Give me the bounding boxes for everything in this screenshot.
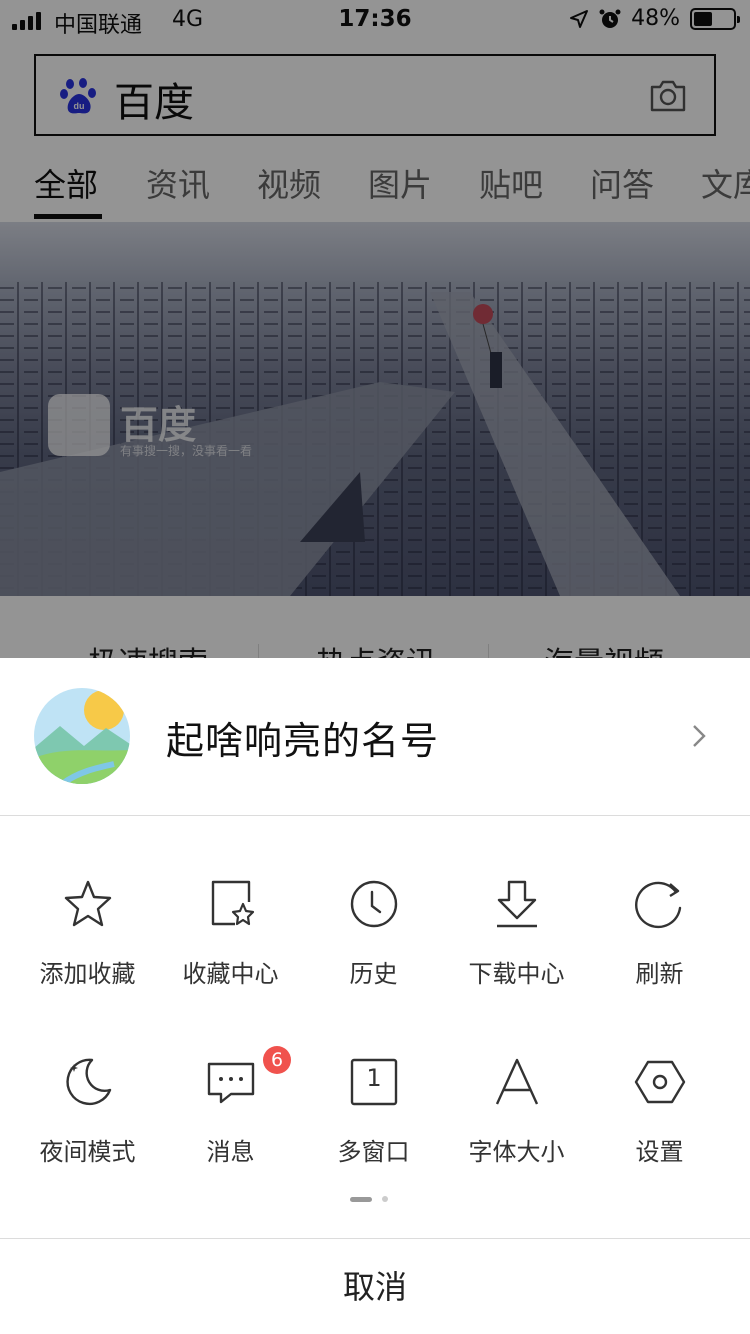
menu-label: 历史 (349, 960, 398, 988)
page-indicator (350, 1196, 388, 1202)
divider (0, 815, 750, 816)
menu-favorites-center[interactable]: 收藏中心 (159, 878, 302, 1008)
menu-label: 字体大小 (468, 1138, 565, 1166)
menu-history[interactable]: 历史 (302, 878, 445, 1008)
menu-label: 夜间模式 (39, 1138, 136, 1166)
star-icon (64, 880, 112, 927)
profile-row[interactable]: 起啥响亮的名号 (0, 658, 750, 816)
night-mode-moon-icon (66, 1058, 112, 1106)
avatar[interactable] (34, 688, 130, 784)
menu-night-mode[interactable]: 夜间模式 (16, 1056, 159, 1186)
menu-font-size[interactable]: 字体大小 (445, 1056, 588, 1186)
menu-download-center[interactable]: 下载中心 (445, 878, 588, 1008)
download-icon (497, 880, 537, 928)
menu-label: 多窗口 (337, 1138, 410, 1166)
menu-label: 刷新 (635, 960, 684, 988)
modal-backdrop[interactable] (0, 0, 750, 658)
page-dot[interactable] (382, 1196, 388, 1202)
refresh-icon (635, 881, 682, 929)
message-icon (207, 1062, 255, 1104)
menu-label: 添加收藏 (39, 960, 136, 988)
menu-settings[interactable]: 设置 (588, 1056, 731, 1186)
menu-refresh[interactable]: 刷新 (588, 878, 731, 1008)
profile-name: 起啥响亮的名号 (166, 719, 440, 763)
menu-add-favorite[interactable]: 添加收藏 (16, 878, 159, 1008)
settings-hexagon-icon (634, 1060, 686, 1104)
font-size-icon (495, 1058, 539, 1105)
menu-label: 下载中心 (468, 960, 565, 988)
chevron-right-icon (693, 725, 706, 747)
menu-multi-window[interactable]: 1 多窗口 (302, 1056, 445, 1186)
window-count: 1 (366, 1064, 382, 1092)
cancel-button[interactable]: 取消 (0, 1240, 750, 1334)
message-count-badge: 6 (263, 1046, 291, 1074)
divider (0, 1238, 750, 1239)
favorites-center-icon (211, 880, 255, 926)
menu-label: 收藏中心 (182, 960, 279, 988)
menu-label: 消息 (206, 1138, 255, 1166)
history-clock-icon (350, 880, 398, 928)
page-dot-active (350, 1196, 372, 1202)
menu-sheet: 起啥响亮的名号 添加收藏 收藏中心 历史 下载中心 刷新 夜间模式 6 消息 1… (0, 658, 750, 1334)
menu-messages[interactable]: 6 消息 (159, 1046, 302, 1186)
menu-label: 设置 (635, 1138, 684, 1166)
